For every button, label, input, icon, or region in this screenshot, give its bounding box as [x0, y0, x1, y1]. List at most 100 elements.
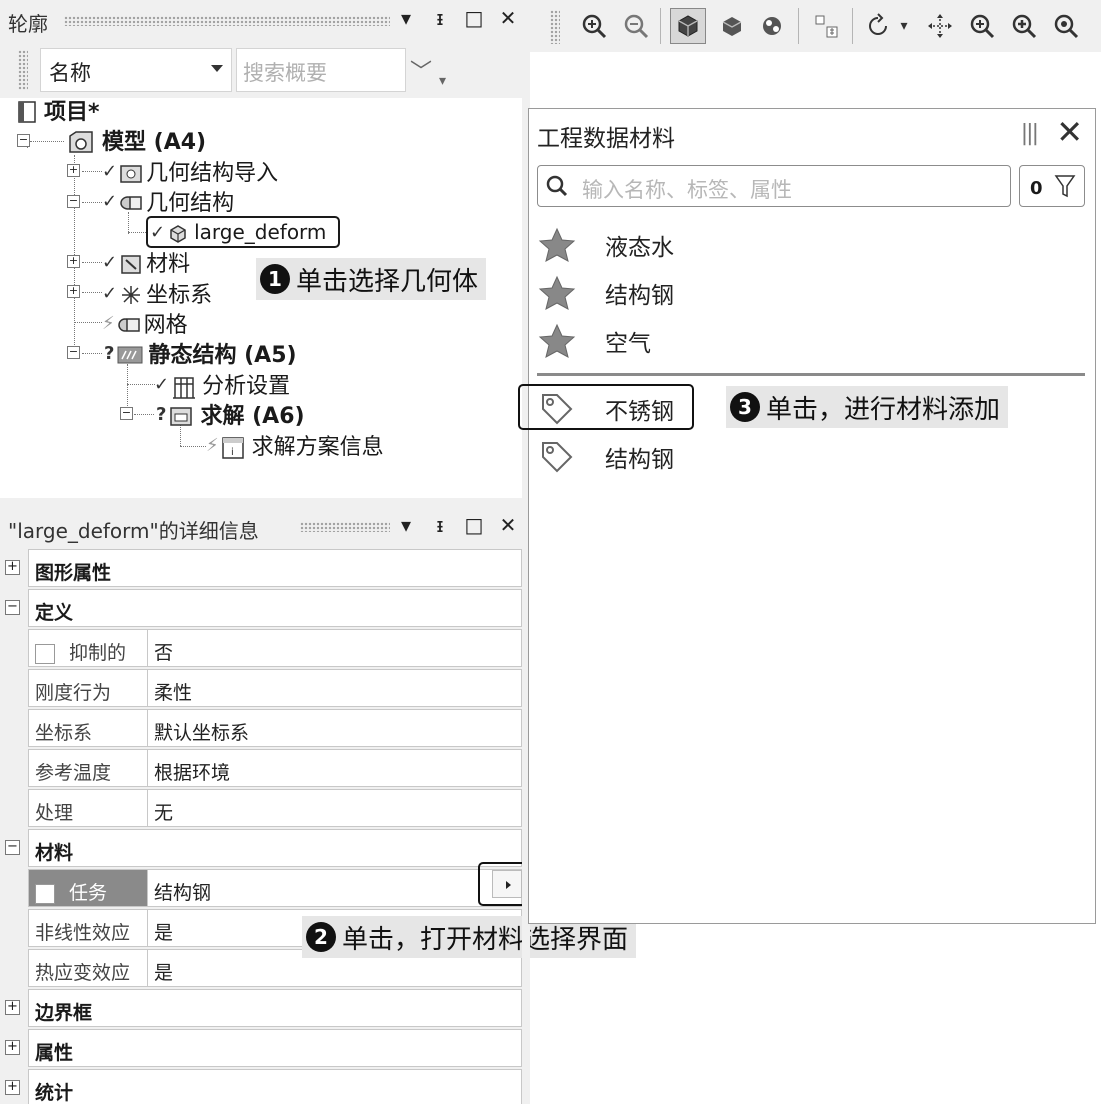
materials-filter-button[interactable]: 0 — [1019, 165, 1085, 207]
tree-node-solution[interactable]: ? 求解 (A6) — [156, 399, 305, 430]
favorite-material-item[interactable]: 空气 — [537, 319, 1057, 363]
favorite-material-item[interactable]: 结构钢 — [537, 271, 1057, 315]
tree-node-coordinate-systems[interactable]: ✓ 坐标系 — [102, 278, 213, 309]
group-definition[interactable]: − 定义 — [0, 588, 524, 628]
group-graphics[interactable]: + 图形属性 — [0, 548, 524, 588]
materials-search-input[interactable]: 输入名称、标签、属性 — [537, 165, 1011, 207]
select-face-icon[interactable] — [714, 8, 750, 44]
outline-search-placeholder: 搜索概要 — [243, 61, 327, 85]
tree-node-solution-information[interactable]: ⚡ i 求解方案信息 — [206, 430, 384, 461]
dropdown-icon[interactable]: ▾ — [392, 513, 420, 537]
zoom-in-icon[interactable] — [576, 8, 612, 44]
rotate-icon[interactable] — [860, 8, 896, 44]
property-value[interactable]: 默认坐标系 — [148, 709, 522, 747]
panel-splitter[interactable] — [0, 498, 522, 506]
property-value[interactable]: 柔性 — [148, 669, 522, 707]
pin-icon[interactable]: ᵻ — [426, 6, 454, 30]
group-statistics[interactable]: + 统计 — [0, 1068, 524, 1104]
dropdown-icon[interactable]: ▾ — [392, 6, 420, 30]
star-icon — [537, 225, 577, 265]
tree-node-mesh[interactable]: ⚡ 网格 — [102, 308, 188, 339]
expand-geometry-import-button[interactable]: + — [67, 164, 80, 177]
details-title-bar: "large_deform"的详细信息 ▾ ᵻ □ ✕ — [0, 506, 522, 548]
library-material-item[interactable]: 结构钢 — [537, 435, 1057, 479]
group-properties[interactable]: + 属性 — [0, 1028, 524, 1068]
pan-icon[interactable] — [922, 8, 958, 44]
tree-node-static-structural[interactable]: ? 静态结构 (A5) — [104, 338, 297, 369]
property-value[interactable]: 无 — [148, 789, 522, 827]
row-suppressed[interactable]: 抑制的 否 — [0, 628, 524, 668]
collapse-model-button[interactable]: − — [17, 134, 30, 147]
tree-node-geometry[interactable]: ✓ 几何结构 — [102, 186, 234, 217]
row-reference-temperature[interactable]: 参考温度 根据环境 — [0, 748, 524, 788]
collapse-solution-button[interactable]: − — [120, 407, 133, 420]
zoom-icon[interactable] — [964, 8, 1000, 44]
callout-text-2: 单击，打开材料选择界面 — [342, 924, 629, 955]
pin-icon[interactable]: ᵻ — [426, 513, 454, 537]
property-name: 处理 — [28, 789, 148, 827]
title-grip[interactable] — [300, 522, 390, 532]
row-assignment[interactable]: 任务 结构钢 — [0, 868, 524, 908]
title-grip[interactable] — [64, 16, 390, 26]
row-stiffness[interactable]: 刚度行为 柔性 — [0, 668, 524, 708]
collapse-static-structural-button[interactable]: − — [67, 346, 80, 359]
tree-node-project[interactable]: 项目* — [16, 95, 100, 125]
search-options-button[interactable]: ﹀ ▾ — [410, 54, 446, 89]
expand-coordinate-systems-button[interactable]: + — [67, 285, 80, 298]
tree-label-analysis-settings: 分析设置 — [202, 374, 291, 399]
selection-highlight-large-deform — [146, 216, 340, 248]
name-filter-select[interactable]: 名称 — [40, 48, 232, 92]
property-value[interactable]: 根据环境 — [148, 749, 522, 787]
tree-label-coordinate-systems: 坐标系 — [146, 283, 213, 308]
expand-icon[interactable]: + — [5, 1000, 20, 1015]
maximize-icon[interactable]: □ — [460, 513, 488, 537]
tree-label-mesh: 网格 — [143, 313, 188, 338]
outline-search-input[interactable]: 搜索概要 — [236, 48, 406, 92]
tree-node-analysis-settings[interactable]: ✓ 分析设置 — [154, 369, 291, 400]
close-icon[interactable]: ✕ — [494, 513, 522, 537]
close-icon[interactable]: ✕ — [1056, 113, 1083, 151]
close-icon[interactable]: ✕ — [494, 6, 522, 30]
assignment-checkbox[interactable] — [35, 883, 55, 904]
select-mode-icon[interactable] — [754, 8, 790, 44]
star-icon — [537, 273, 577, 313]
expand-materials-button[interactable]: + — [67, 255, 80, 268]
tree-label-solution-information: 求解方案信息 — [251, 435, 384, 460]
checkmark-icon: ✓ — [102, 251, 118, 273]
maximize-icon[interactable]: □ — [460, 6, 488, 30]
property-label: 任务 — [69, 882, 108, 904]
tree-node-model[interactable]: 模型 (A4) — [66, 125, 206, 155]
group-bounding-box[interactable]: + 边界框 — [0, 988, 524, 1028]
toolbar-grip[interactable] — [18, 50, 28, 90]
zoom-to-fit-icon[interactable] — [1048, 8, 1084, 44]
expand-icon[interactable]: + — [5, 560, 20, 575]
collapse-icon[interactable]: − — [5, 600, 20, 615]
expand-icon[interactable]: + — [5, 1080, 20, 1095]
group-material[interactable]: − 材料 — [0, 828, 524, 868]
tree-node-geometry-import[interactable]: ✓ 几何结构导入 — [102, 156, 278, 187]
extend-selection-icon[interactable] — [808, 8, 844, 44]
property-name: 热应变效应 — [28, 949, 148, 987]
expand-icon[interactable]: + — [5, 1040, 20, 1055]
assignment-value[interactable]: 结构钢 — [148, 869, 522, 907]
collapse-icon[interactable]: − — [5, 840, 20, 855]
property-name: 参考温度 — [28, 749, 148, 787]
tree-node-materials[interactable]: ✓ 材料 — [102, 247, 190, 278]
favorite-material-item[interactable]: 液态水 — [537, 223, 1057, 267]
row-coordinate-system[interactable]: 坐标系 默认坐标系 — [0, 708, 524, 748]
suppressed-checkbox[interactable] — [35, 643, 55, 664]
zoom-out-icon[interactable] — [618, 8, 654, 44]
box-zoom-icon[interactable] — [1006, 8, 1042, 44]
rotate-dropdown-icon[interactable]: ▾ — [894, 8, 914, 44]
question-icon: ? — [156, 403, 167, 425]
row-treatment[interactable]: 处理 无 — [0, 788, 524, 828]
tree-connector — [82, 353, 102, 354]
tree-connector — [30, 141, 64, 142]
collapse-geometry-button[interactable]: − — [67, 195, 80, 208]
group-label-statistics: 统计 — [28, 1069, 522, 1104]
property-value[interactable]: 否 — [148, 629, 522, 667]
select-body-icon[interactable] — [670, 8, 706, 44]
materials-divider — [537, 373, 1085, 376]
column-grip-icon[interactable]: ||| — [1021, 121, 1039, 146]
toolbar-grip[interactable] — [550, 10, 560, 44]
